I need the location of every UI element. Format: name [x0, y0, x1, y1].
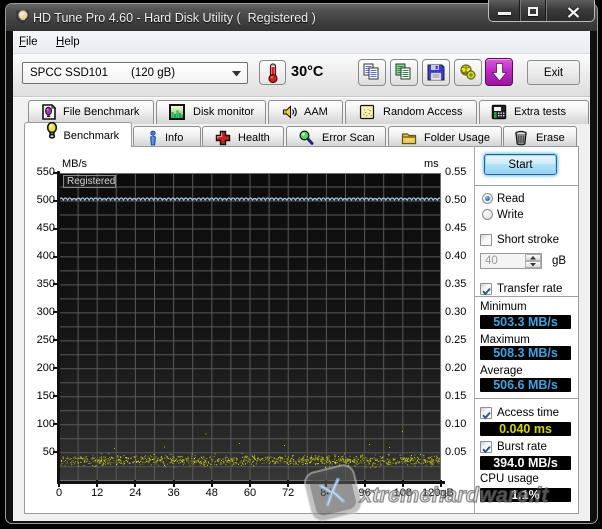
svg-text:xtremehardware.it: xtremehardware.it — [359, 483, 549, 507]
